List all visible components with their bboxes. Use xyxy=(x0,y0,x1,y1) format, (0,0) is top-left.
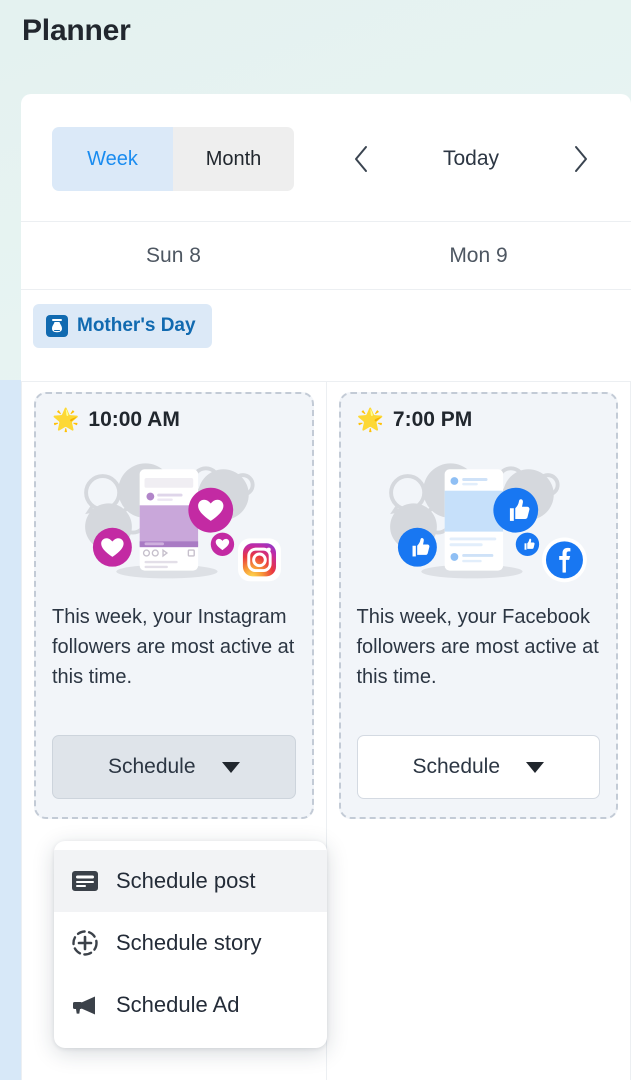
gift-vase-icon xyxy=(46,315,68,337)
day-header-row: Sun 8 Mon 9 xyxy=(21,222,631,290)
next-period-button[interactable] xyxy=(561,139,601,179)
left-edge-strip xyxy=(0,380,21,1080)
caret-down-icon xyxy=(526,761,545,773)
schedule-button-facebook[interactable]: Schedule xyxy=(356,735,600,799)
day-header-mon[interactable]: Mon 9 xyxy=(326,222,631,289)
card-description: This week, your Facebook followers are m… xyxy=(356,606,599,688)
view-switcher: Week Month xyxy=(52,127,294,191)
all-day-cell-mon[interactable] xyxy=(326,290,631,381)
chevron-left-icon xyxy=(355,146,367,172)
calendar-toolbar: Week Month Today xyxy=(21,94,631,222)
holiday-chip-mothers-day[interactable]: Mother's Day xyxy=(33,304,212,348)
chevron-right-icon xyxy=(574,146,587,172)
suggestion-card-instagram[interactable]: 🌟 10:00 AM This week, your Instagram fol… xyxy=(34,392,314,819)
today-button[interactable]: Today xyxy=(443,147,499,171)
caret-down-icon xyxy=(221,761,240,773)
all-day-cell-sun[interactable]: Mother's Day xyxy=(21,290,326,381)
card-time-label: 10:00 AM xyxy=(88,408,180,431)
card-description: This week, your Instagram followers are … xyxy=(52,606,295,688)
schedule-button-label: Schedule xyxy=(412,755,501,778)
planner-app: Planner Week Month Today Sun 8 Mon 9 Mot… xyxy=(0,0,631,1080)
menu-item-schedule-ad[interactable]: Schedule Ad xyxy=(54,974,327,1036)
instagram-logo-icon xyxy=(238,538,281,582)
facebook-logo-icon xyxy=(541,537,587,583)
menu-item-label: Schedule post xyxy=(116,868,256,893)
date-navigation: Today xyxy=(341,127,601,191)
day-header-sun[interactable]: Sun 8 xyxy=(21,222,326,289)
instagram-illustration-svg xyxy=(84,463,281,582)
card-header: 🌟 7:00 PM xyxy=(357,408,601,432)
card-time-label: 7:00 PM xyxy=(392,408,473,431)
facebook-engagement-illustration xyxy=(357,442,601,592)
shooting-star-icon: 🌟 xyxy=(52,407,80,432)
card-header: 🌟 10:00 AM xyxy=(52,408,296,432)
menu-item-schedule-post[interactable]: Schedule post xyxy=(54,850,327,912)
holiday-label: Mother's Day xyxy=(77,315,196,336)
view-tab-week[interactable]: Week xyxy=(52,127,173,191)
instagram-engagement-illustration xyxy=(52,442,296,592)
story-plus-icon xyxy=(70,928,100,958)
schedule-dropdown-menu: Schedule post Schedule story Schedule Ad xyxy=(54,841,327,1048)
post-card-icon xyxy=(70,866,100,896)
megaphone-icon xyxy=(70,990,100,1020)
suggestion-card-facebook[interactable]: 🌟 7:00 PM This week, your Facebook follo… xyxy=(338,392,618,819)
menu-item-schedule-story[interactable]: Schedule story xyxy=(54,912,327,974)
schedule-button-instagram[interactable]: Schedule xyxy=(52,735,296,799)
shooting-star-icon: 🌟 xyxy=(356,407,384,432)
page-title: Planner xyxy=(22,14,131,47)
schedule-button-label: Schedule xyxy=(107,755,196,778)
menu-item-label: Schedule story xyxy=(116,930,262,955)
all-day-row: Mother's Day xyxy=(21,290,631,382)
day-column-mon: 🌟 7:00 PM This week, your Facebook follo… xyxy=(327,382,631,1080)
previous-period-button[interactable] xyxy=(341,139,381,179)
menu-item-label: Schedule Ad xyxy=(116,992,240,1017)
view-tab-month[interactable]: Month xyxy=(173,127,294,191)
facebook-illustration-svg xyxy=(388,463,587,583)
